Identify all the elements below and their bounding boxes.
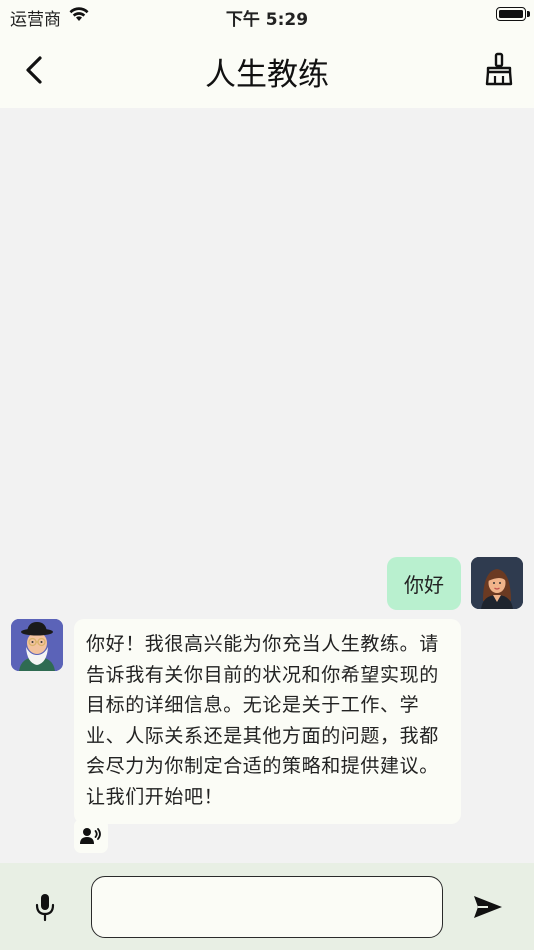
assistant-message-bubble[interactable]: 你好！我很高兴能为你充当人生教练。请告诉我有关你目前的状况和你希望实现的目标的详… <box>74 619 461 824</box>
clear-chat-button[interactable] <box>482 50 516 88</box>
status-time: 下午 5:29 <box>225 10 309 30</box>
message-input[interactable] <box>91 876 443 938</box>
user-avatar[interactable] <box>471 557 523 609</box>
status-bar: 运营商 下午 5:29 <box>0 0 534 32</box>
voice-input-button[interactable] <box>28 889 62 925</box>
coach-avatar[interactable] <box>11 619 63 671</box>
user-message-bubble[interactable]: 你好 <box>387 557 461 610</box>
page-title: 人生教练 <box>205 57 329 93</box>
send-icon <box>474 896 502 918</box>
send-button[interactable] <box>468 889 508 925</box>
chat-area[interactable]: 你好 你好！我很高兴能为你充当人生教练。请告诉我有关你目前的状况和你希望实现的目… <box>0 108 534 863</box>
input-bar <box>0 863 534 950</box>
play-voice-button[interactable] <box>74 819 108 853</box>
speaker-person-icon <box>80 828 101 844</box>
broom-icon <box>485 52 513 86</box>
microphone-icon <box>35 894 55 922</box>
nav-bar: 人生教练 <box>0 32 534 108</box>
battery-icon <box>496 7 530 21</box>
